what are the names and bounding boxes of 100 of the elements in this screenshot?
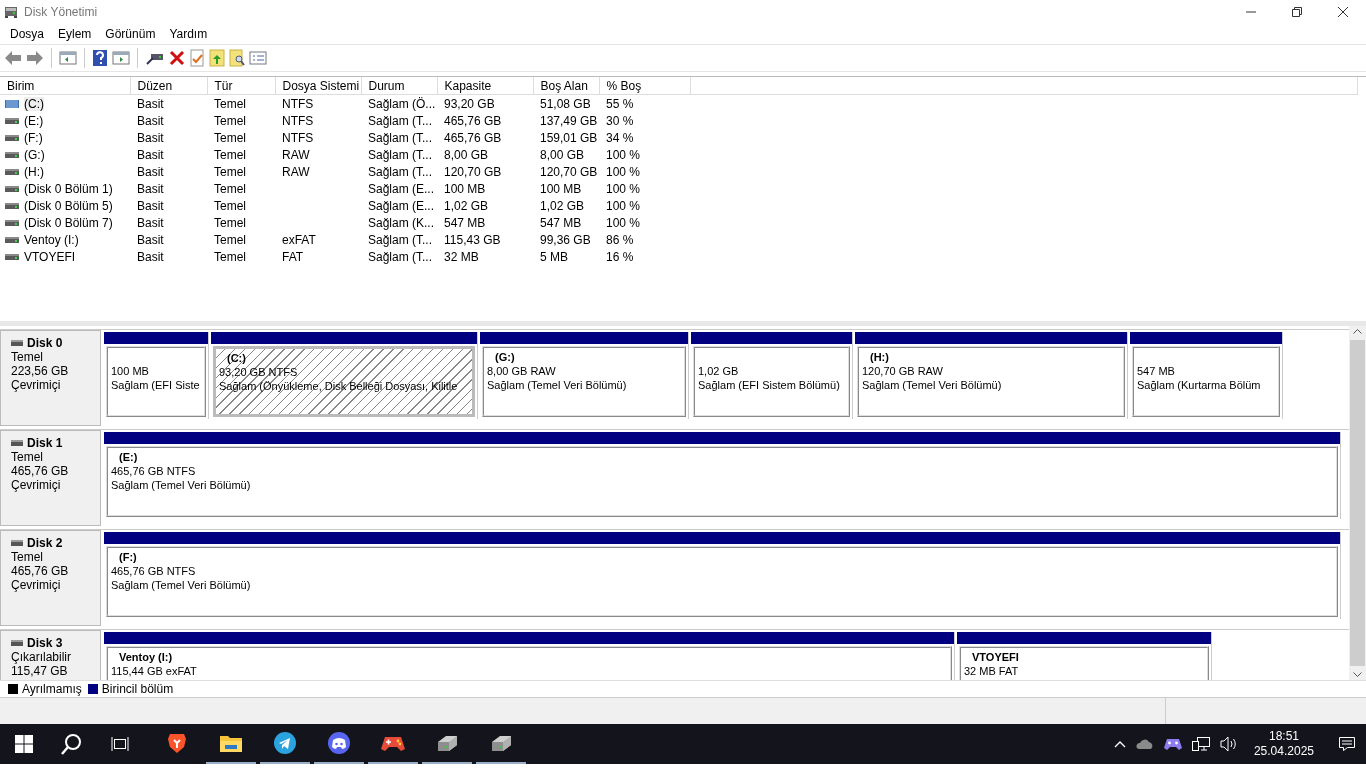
table-cell: 100 %	[606, 215, 641, 230]
partition-status: Sağlam (EFI Siste	[111, 378, 200, 392]
column-header[interactable]: Birim	[0, 77, 130, 95]
partition-box[interactable]: 100 MB Sağlam (EFI Siste	[106, 346, 206, 417]
table-cell: 547 MB	[540, 215, 582, 230]
table-cell: 137,49 GB	[540, 113, 598, 128]
partition-size: 120,70 GB RAW	[862, 364, 943, 378]
restore-icon[interactable]	[1292, 7, 1302, 17]
drive-icon	[5, 201, 19, 210]
column-header[interactable]: Tür	[207, 77, 275, 95]
drive-icon[interactable]	[489, 733, 513, 753]
partition-box[interactable]: VTOYEFI 32 MB FAT	[959, 646, 1209, 680]
gamepad-icon[interactable]	[1163, 738, 1182, 750]
chat-bubble-icon[interactable]	[328, 732, 350, 754]
table-cell: exFAT	[282, 232, 316, 247]
drive-icon	[5, 218, 19, 227]
table-cell: 120,70 GB	[540, 164, 598, 179]
task-view-icon[interactable]	[111, 736, 129, 752]
clock-time[interactable]: 18:51	[1268, 729, 1299, 744]
drive-icon[interactable]	[435, 733, 459, 753]
volume-name[interactable]: (F:)	[24, 130, 43, 145]
partition-size: 547 MB	[1137, 364, 1175, 378]
table-cell: 5 MB	[540, 249, 568, 264]
partition-box[interactable]: (H:) 120,70 GB RAW Sağlam (Temel Veri Bölümü)	[857, 346, 1125, 417]
volume-name[interactable]: (Disk 0 Bölüm 7)	[24, 215, 113, 230]
forward-icon[interactable]	[26, 50, 44, 66]
volume-name[interactable]: Ventoy (I:)	[24, 232, 79, 247]
partition-box[interactable]: Ventoy (I:) 115,44 GB exFAT	[106, 646, 952, 680]
partition-status: Sağlam (Temel Veri Bölümü)	[111, 478, 251, 492]
lion-shield-icon[interactable]	[167, 732, 187, 754]
volume-name[interactable]: (E:)	[24, 113, 44, 128]
column-header[interactable]: Düzen	[130, 77, 207, 95]
menu-item[interactable]: Yardım	[162, 27, 215, 41]
partition-status: Sağlam (Kurtarma Bölüm	[1137, 378, 1261, 392]
table-cell: 34 %	[606, 130, 634, 145]
table-cell: NTFS	[282, 113, 314, 128]
table-cell: Basit	[137, 181, 164, 196]
table-cell: Sağlam (T...	[368, 147, 433, 162]
partition-box[interactable]: 547 MB Sağlam (Kurtarma Bölüm	[1132, 346, 1280, 417]
delete-icon[interactable]	[169, 50, 185, 66]
column-header[interactable]: Boş Alan	[533, 77, 599, 95]
partition-box[interactable]: (E:) 465,76 GB NTFS Sağlam (Temel Veri Bölümü)	[106, 446, 1338, 517]
window-title: Disk Yönetimi	[24, 5, 99, 19]
table-cell: NTFS	[282, 96, 314, 111]
volume-name[interactable]: (H:)	[24, 164, 44, 179]
partition-box[interactable]: (C:) 93,20 GB NTFS Sağlam (Önyükleme, Disk Belleği Dosyası, Kilitle	[213, 346, 475, 417]
volume-name[interactable]: (G:)	[24, 147, 45, 162]
column-header[interactable]: Dosya Sistemi	[275, 77, 361, 95]
table-cell: 8,00 GB	[444, 147, 489, 162]
speaker-icon[interactable]	[1219, 736, 1238, 752]
drive-icon	[5, 116, 19, 125]
network-icon[interactable]	[1191, 736, 1210, 752]
help-icon[interactable]	[92, 49, 108, 67]
table-cell: Temel	[214, 232, 246, 247]
table-cell: RAW	[282, 164, 310, 179]
search-icon[interactable]	[229, 49, 245, 67]
table-cell: Sağlam (Ö...	[368, 96, 436, 111]
table-cell: Basit	[137, 164, 164, 179]
column-header[interactable]: % Boş	[599, 77, 690, 95]
column-header[interactable]: Durum	[361, 77, 437, 95]
partition-box[interactable]: (F:) 465,76 GB NTFS Sağlam (Temel Veri Bölümü)	[106, 546, 1338, 617]
scrollbar[interactable]	[1349, 326, 1366, 680]
properties-icon[interactable]	[189, 49, 205, 67]
chevron-up-icon[interactable]	[1113, 740, 1126, 748]
table-cell: Sağlam (T...	[368, 113, 433, 128]
volume-name[interactable]: (C:)	[24, 96, 44, 111]
column-header[interactable]: Kapasite	[437, 77, 533, 95]
table-cell: 8,00 GB	[540, 147, 585, 162]
folder-icon[interactable]	[219, 733, 243, 753]
paper-plane-icon[interactable]	[274, 732, 296, 754]
console-tree-icon[interactable]	[59, 50, 77, 66]
table-cell: 1,02 GB	[540, 198, 585, 213]
gamepad-icon[interactable]	[381, 734, 405, 752]
search-icon[interactable]	[61, 733, 83, 755]
menu-item[interactable]: Görünüm	[98, 27, 163, 41]
scroll-up-icon[interactable]	[1353, 328, 1362, 334]
notification-icon[interactable]	[1338, 736, 1356, 752]
table-cell: 465,76 GB	[444, 113, 502, 128]
table-cell: 55 %	[606, 96, 634, 111]
clock-date[interactable]: 25.04.2025	[1253, 744, 1314, 759]
partition-box[interactable]: 1,02 GB Sağlam (EFI Sistem Bölümü)	[693, 346, 850, 417]
drive-icon	[5, 150, 19, 159]
disk-type: Çıkarılabilir	[11, 650, 72, 664]
partition-box[interactable]: (G:) 8,00 GB RAW Sağlam (Temel Veri Bölümü)	[482, 346, 686, 417]
menu-item[interactable]: Eylem	[51, 27, 99, 41]
partition-status: Sağlam (Temel Veri Bölümü)	[111, 578, 251, 592]
table-cell: Basit	[137, 232, 164, 247]
table-cell: Basit	[137, 96, 164, 111]
volume-name[interactable]: VTOYEFI	[24, 249, 76, 264]
close-icon[interactable]	[1338, 7, 1348, 17]
start-icon[interactable]	[15, 735, 33, 753]
menu-item[interactable]: Dosya	[3, 27, 51, 41]
scroll-down-icon[interactable]	[1353, 672, 1362, 678]
volume-name[interactable]: (Disk 0 Bölüm 5)	[24, 198, 113, 213]
volume-name[interactable]: (Disk 0 Bölüm 1)	[24, 181, 113, 196]
partition-size: 465,76 GB NTFS	[111, 464, 196, 478]
table-cell: 100 MB	[444, 181, 486, 196]
cloud-icon[interactable]	[1135, 738, 1154, 750]
back-icon[interactable]	[4, 50, 22, 66]
drive-icon	[5, 235, 19, 244]
